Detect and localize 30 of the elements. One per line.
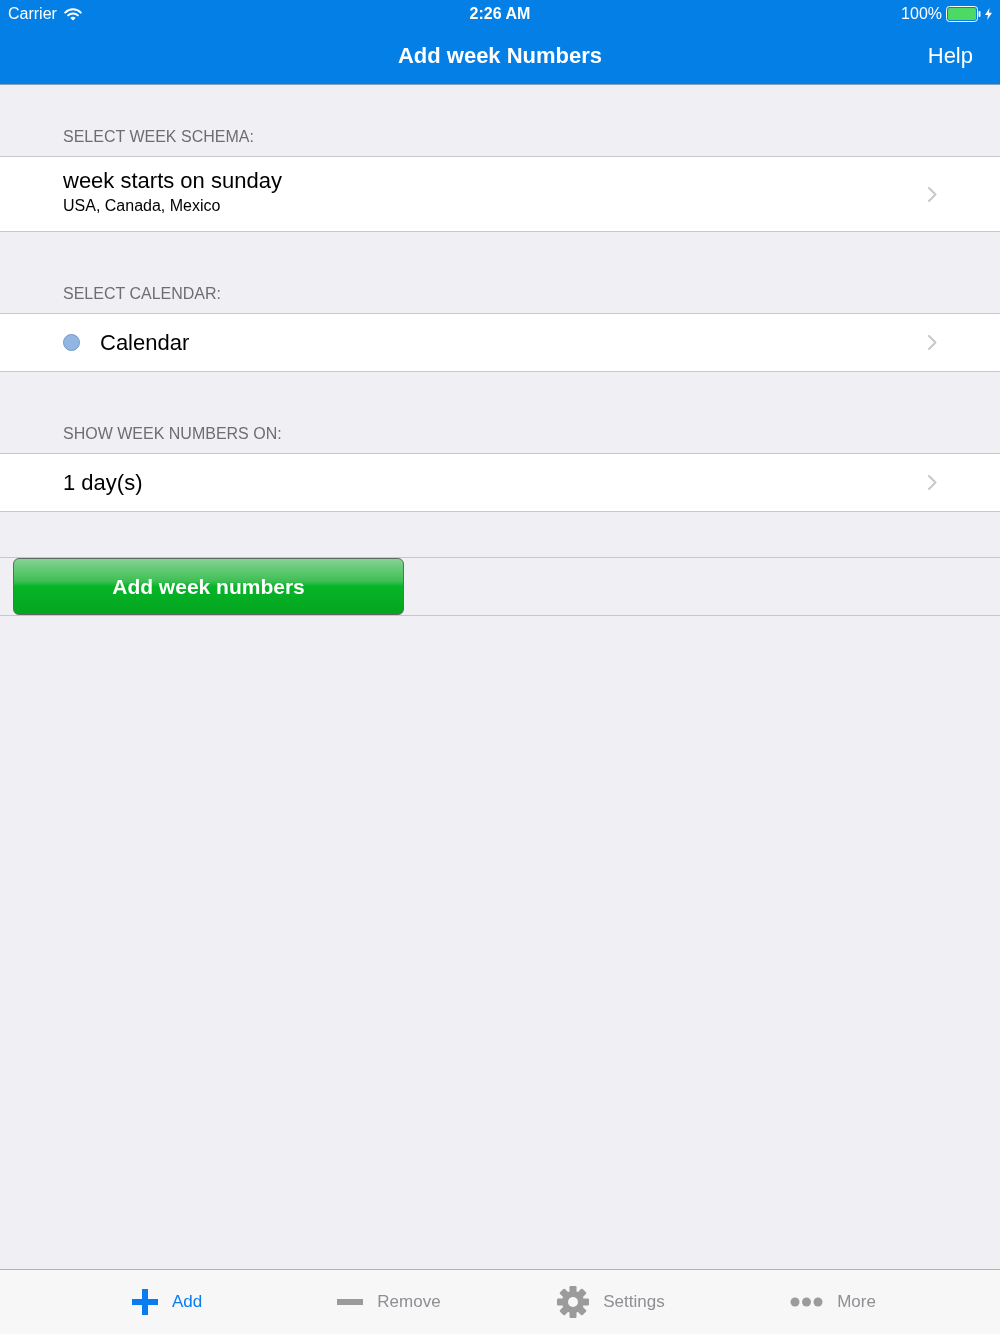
add-week-numbers-button[interactable]: Add week numbers [13, 558, 404, 615]
carrier-label: Carrier [8, 4, 57, 24]
row-title: Calendar [100, 328, 191, 357]
wifi-icon [63, 7, 82, 21]
tab-item[interactable]: Add [56, 1270, 278, 1334]
tab-item[interactable]: Remove [278, 1270, 500, 1334]
row-subtitle: USA, Canada, Mexico [63, 196, 222, 216]
plus-icon [131, 1289, 158, 1315]
tab-item[interactable]: More [722, 1270, 944, 1334]
battery-percentage: 100% [901, 4, 942, 24]
row-title: week starts on sunday [63, 167, 283, 195]
row-title: 1 day(s) [63, 468, 144, 497]
table-row[interactable]: week starts on sunday USA, Canada, Mexico [0, 156, 1000, 232]
battery-icon [946, 6, 981, 22]
chevron-right-icon [928, 475, 937, 490]
section-header: SELECT CALENDAR: [63, 284, 221, 304]
section-header: SELECT WEEK SCHEMA: [63, 127, 254, 147]
time-label: 2:26 AM [469, 4, 531, 24]
navigation-title: Add week Numbers [397, 42, 603, 70]
help-button[interactable]: Help [927, 42, 973, 70]
charging-bolt-icon [985, 8, 992, 20]
settings-gear-icon [557, 1286, 590, 1318]
chevron-right-icon [928, 186, 937, 202]
more-dots-icon [790, 1297, 824, 1307]
chevron-right-icon [928, 335, 937, 350]
section-header: SHOW WEEK NUMBERS ON: [63, 424, 282, 444]
table-row[interactable]: 1 day(s) [0, 453, 1000, 512]
tab-item[interactable]: Settings [500, 1270, 722, 1334]
minus-icon [337, 1299, 364, 1305]
table-row[interactable]: Calendar [0, 313, 1000, 372]
